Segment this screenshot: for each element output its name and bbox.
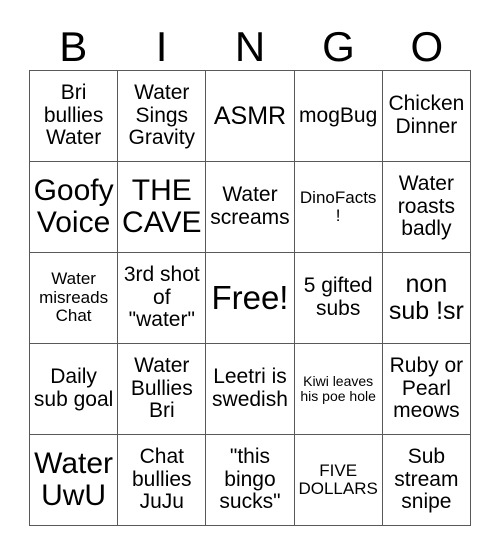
bingo-header: B I N G O bbox=[29, 14, 471, 70]
header-letter-g: G bbox=[322, 23, 355, 70]
bingo-row: Daily sub goal Water Bullies Bri Leetri … bbox=[28, 343, 472, 435]
bingo-cell-n4[interactable]: Leetri is swedish bbox=[205, 343, 295, 435]
bingo-cell-g4[interactable]: Kiwi leaves his poe hole bbox=[293, 343, 383, 435]
header-letter-o: O bbox=[410, 23, 444, 70]
bingo-cell-g1[interactable]: mogBug bbox=[293, 70, 383, 162]
bingo-cell-o1[interactable]: Chicken Dinner bbox=[381, 70, 472, 162]
header-letter-n: N bbox=[234, 23, 266, 70]
bingo-cell-o5[interactable]: Sub stream snipe bbox=[381, 434, 472, 526]
bingo-cell-i5[interactable]: Chat bullies JuJu bbox=[117, 434, 207, 526]
bingo-cell-b1[interactable]: Bri bullies Water bbox=[28, 70, 119, 162]
bingo-cell-o3[interactable]: non sub !sr bbox=[381, 252, 472, 344]
bingo-cell-b2[interactable]: Goofy Voice bbox=[28, 161, 119, 253]
bingo-row: Goofy Voice THE CAVE Water screams DinoF… bbox=[28, 161, 472, 253]
bingo-row: Water misreads Chat 3rd shot of "water" … bbox=[28, 252, 472, 344]
bingo-cell-g3[interactable]: 5 gifted subs bbox=[293, 252, 383, 344]
bingo-cell-n1[interactable]: ASMR bbox=[205, 70, 295, 162]
bingo-cell-g5[interactable]: FIVE DOLLARS bbox=[293, 434, 383, 526]
bingo-cell-n5[interactable]: "this bingo sucks" bbox=[205, 434, 295, 526]
bingo-cell-o4[interactable]: Ruby or Pearl meows bbox=[381, 343, 472, 435]
header-letter-i: I bbox=[155, 23, 168, 70]
bingo-row: Water UwU Chat bullies JuJu "this bingo … bbox=[28, 434, 472, 526]
bingo-cell-b5[interactable]: Water UwU bbox=[28, 434, 119, 526]
bingo-cell-g2[interactable]: DinoFacts! bbox=[293, 161, 383, 253]
bingo-cell-i2[interactable]: THE CAVE bbox=[117, 161, 207, 253]
bingo-row: Bri bullies Water Water Sings Gravity AS… bbox=[28, 70, 472, 162]
bingo-cell-i3[interactable]: 3rd shot of "water" bbox=[117, 252, 207, 344]
bingo-card: B I N G O Bri bullies Water Water Sings … bbox=[28, 14, 472, 526]
bingo-cell-i4[interactable]: Water Bullies Bri bbox=[117, 343, 207, 435]
header-letter-b: B bbox=[59, 23, 88, 70]
bingo-cell-b3[interactable]: Water misreads Chat bbox=[28, 252, 119, 344]
bingo-cell-o2[interactable]: Water roasts badly bbox=[381, 161, 472, 253]
bingo-cell-i1[interactable]: Water Sings Gravity bbox=[117, 70, 207, 162]
bingo-cell-free-space[interactable]: Free! bbox=[205, 252, 295, 344]
bingo-grid: Bri bullies Water Water Sings Gravity AS… bbox=[28, 70, 472, 526]
bingo-cell-n2[interactable]: Water screams bbox=[205, 161, 295, 253]
bingo-cell-b4[interactable]: Daily sub goal bbox=[28, 343, 119, 435]
